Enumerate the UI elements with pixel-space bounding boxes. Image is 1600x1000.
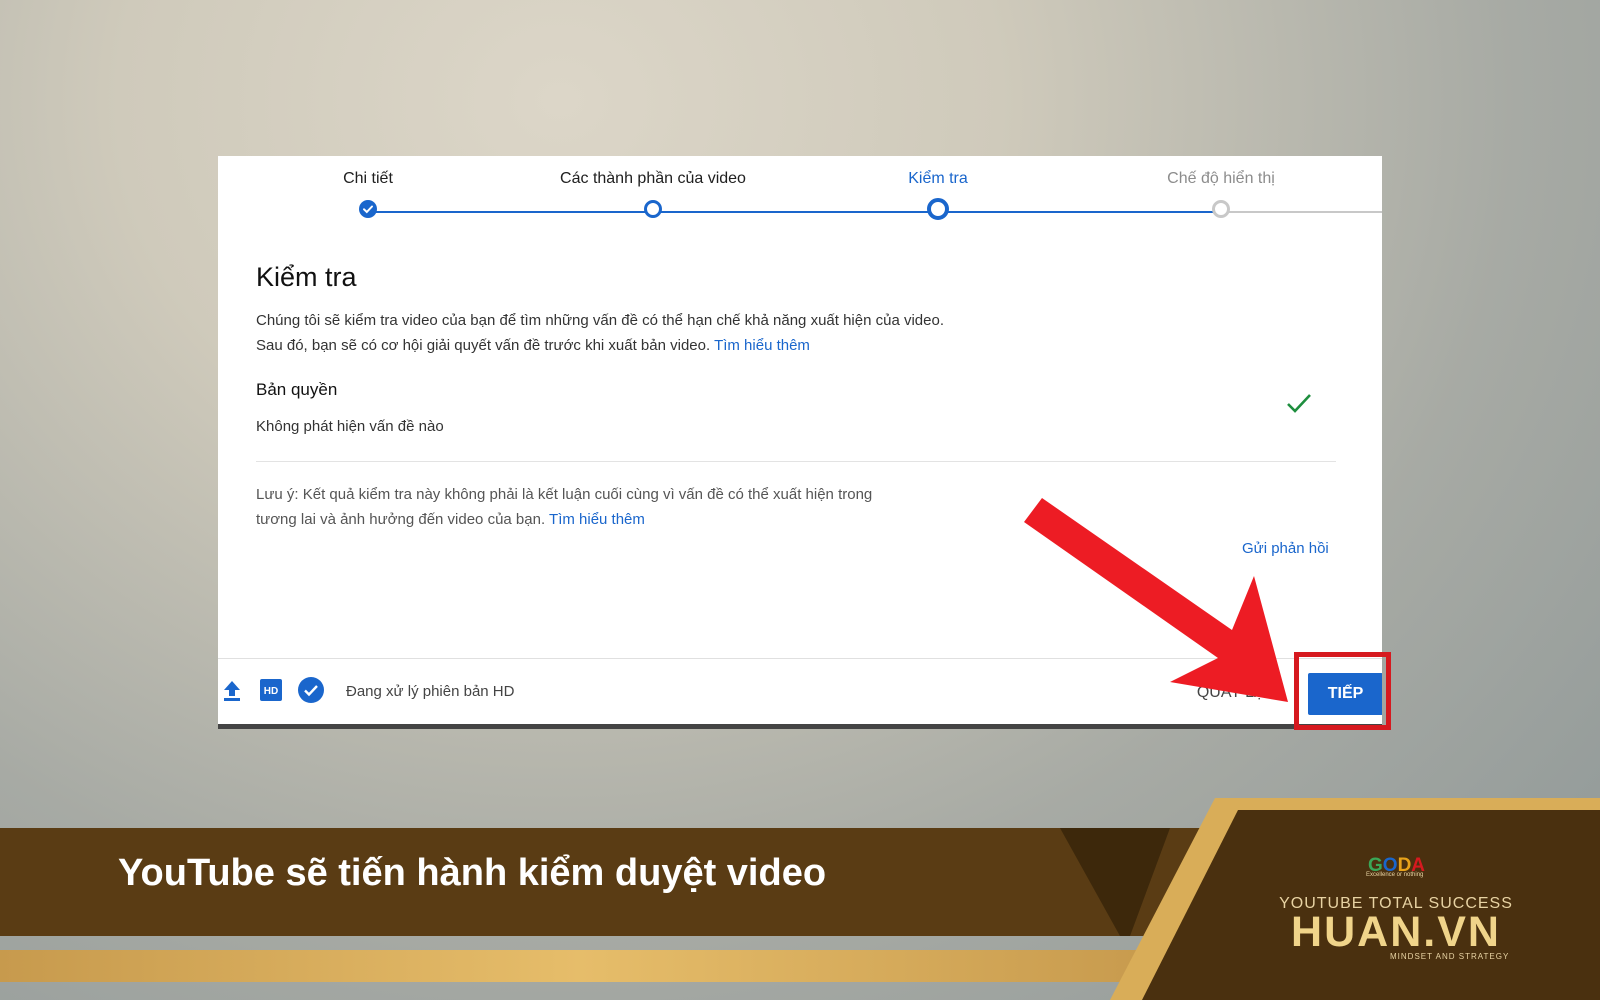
svg-text:HD: HD — [264, 686, 278, 697]
next-button-highlight-box — [1294, 652, 1391, 730]
copyright-ok-check-icon — [1286, 392, 1312, 419]
upload-icon — [222, 679, 242, 708]
learn-more-link[interactable]: Tìm hiểu thêm — [714, 337, 810, 354]
dialog-bottom-border — [218, 724, 1382, 729]
copyright-status: Không phát hiện vấn đề nào — [256, 418, 444, 435]
hd-icon: HD — [260, 679, 282, 706]
step-video-elements-dot[interactable] — [644, 200, 662, 218]
brand-name: HUAN.VN — [1291, 908, 1501, 956]
red-arrow-annotation — [1024, 498, 1288, 702]
page-title: Kiểm tra — [256, 262, 357, 292]
processing-status: Đang xử lý phiên bản HD — [346, 683, 515, 700]
checks-description: Chúng tôi sẽ kiểm tra video của bạn để t… — [256, 308, 946, 358]
brand-subtitle: MINDSET AND STRATEGY — [1390, 952, 1510, 961]
checks-complete-icon — [298, 677, 324, 708]
step-visibility-label[interactable]: Chế độ hiển thị — [1167, 170, 1275, 188]
step-checks-label[interactable]: Kiểm tra — [908, 170, 968, 188]
banner-gold-stripe — [0, 950, 1160, 982]
step-details-check-icon[interactable] — [359, 200, 377, 218]
checks-description-text: Chúng tôi sẽ kiểm tra video của bạn để t… — [256, 312, 944, 354]
progress-stepper: Chi tiết Các thành phần của video Kiểm t… — [218, 156, 1382, 236]
copyright-heading: Bản quyền — [256, 380, 338, 399]
step-checks-dot[interactable] — [927, 198, 949, 220]
stepper-track-complete — [368, 211, 1218, 213]
goda-tagline: Excellence or nothing — [1366, 872, 1424, 878]
checks-note: Lưu ý: Kết quả kiểm tra này không phải l… — [256, 482, 896, 532]
note-learn-more-link[interactable]: Tìm hiểu thêm — [549, 511, 645, 528]
step-details-label[interactable]: Chi tiết — [343, 170, 393, 188]
divider — [256, 461, 1336, 462]
banner-title: YouTube sẽ tiến hành kiểm duyệt video — [118, 852, 827, 894]
step-visibility-dot[interactable] — [1212, 200, 1230, 218]
stepper-track-pending — [1218, 211, 1382, 213]
step-video-elements-label[interactable]: Các thành phần của video — [560, 170, 746, 188]
